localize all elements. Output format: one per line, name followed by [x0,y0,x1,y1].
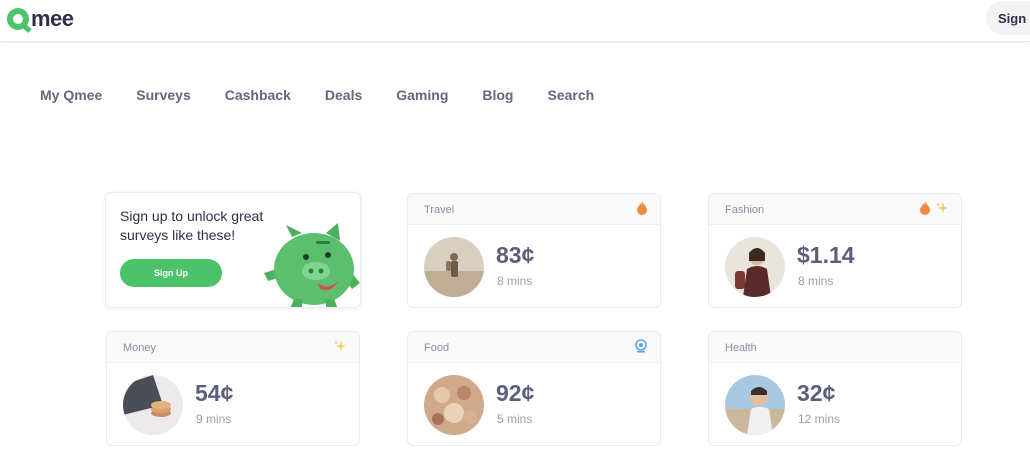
card-badges [636,201,648,219]
survey-card-health[interactable]: Health 32¢ 12 mins [708,331,962,446]
webcam-icon [635,339,647,353]
card-category: Health [725,342,757,354]
top-header: mee Sign up [0,0,1030,42]
card-category: Money [123,342,157,354]
fire-icon [637,201,647,215]
card-category: Food [424,342,450,354]
sparkle-icon [334,340,346,352]
survey-duration: 8 mins [798,274,834,288]
survey-duration: 12 mins [798,412,841,426]
card-header: Travel [408,194,660,225]
nav-gaming[interactable]: Gaming [396,86,448,104]
survey-thumbnail [424,375,484,435]
survey-reward: 32¢ [797,380,836,406]
card-badges [919,201,949,219]
survey-thumbnail [424,237,484,297]
survey-card-money[interactable]: Money 54¢ 9 mins [106,331,360,446]
fire-icon [920,201,931,215]
card-badges [333,339,347,357]
card-category: Travel [424,204,455,216]
card-header: Money [107,332,359,363]
survey-duration: 8 mins [497,274,533,288]
card-badges [634,339,648,357]
main-nav: My Qmee Surveys Cashback Deals Gaming Bl… [40,86,628,104]
sparkle-icon [936,202,948,214]
card-header: Fashion [709,194,961,225]
survey-thumbnail [725,237,785,297]
survey-thumbnail [725,375,785,435]
promo-signup-button[interactable]: Sign Up [120,259,222,287]
qmee-logo[interactable]: mee [7,6,74,32]
header-signup-button[interactable]: Sign up [986,1,1030,35]
card-category: Fashion [725,204,765,216]
survey-reward: 92¢ [496,380,535,406]
nav-blog[interactable]: Blog [482,86,513,104]
nav-search[interactable]: Search [547,86,594,104]
signup-promo-card: Sign up to unlock great surveys like the… [105,192,361,308]
survey-card-food[interactable]: Food 92¢ 5 mins [407,331,661,446]
nav-cashback[interactable]: Cashback [225,86,291,104]
survey-reward: $1.14 [797,242,855,268]
survey-duration: 5 mins [497,412,533,426]
piggy-bank-mascot-icon [264,223,360,307]
nav-my-qmee[interactable]: My Qmee [40,86,102,104]
survey-card-travel[interactable]: Travel 83¢ 8 mins [407,193,661,308]
survey-card-fashion[interactable]: Fashion $1.14 8 mins [708,193,962,308]
card-header: Food [408,332,660,363]
logo-text: mee [31,6,74,31]
survey-thumbnail [123,375,183,435]
qmee-logo-icon [7,8,29,30]
nav-deals[interactable]: Deals [325,86,362,104]
nav-surveys[interactable]: Surveys [136,86,190,104]
survey-duration: 9 mins [196,412,232,426]
survey-reward: 83¢ [496,242,535,268]
card-header: Health [709,332,961,363]
survey-reward: 54¢ [195,380,234,406]
